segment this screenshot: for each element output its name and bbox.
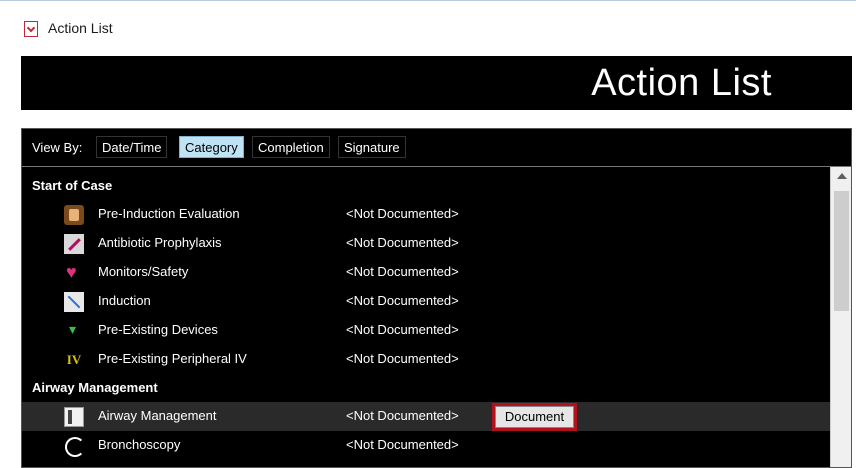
bronchoscopy-icon bbox=[64, 436, 85, 457]
item-status: <Not Documented> bbox=[346, 206, 459, 221]
clipboard-check-icon bbox=[24, 21, 38, 37]
document-button[interactable]: Document bbox=[495, 406, 574, 428]
list-item-bronchoscopy[interactable]: Bronchoscopy <Not Documented> bbox=[22, 431, 830, 460]
view-by-datetime-button[interactable]: Date/Time bbox=[96, 136, 168, 158]
item-label: Airway Management bbox=[98, 408, 217, 423]
item-label: Pre-Existing Peripheral IV bbox=[98, 351, 247, 366]
vertical-scrollbar[interactable] bbox=[830, 167, 851, 467]
list-item-airway-management[interactable]: Airway Management <Not Documented> Docum… bbox=[22, 402, 830, 431]
item-label: Bronchoscopy bbox=[98, 437, 181, 452]
list-item-monitors-safety[interactable]: Monitors/Safety <Not Documented> bbox=[22, 258, 830, 287]
heart-monitor-icon bbox=[64, 262, 84, 283]
iv-icon: IV bbox=[64, 350, 84, 370]
banner-title: Action List bbox=[591, 62, 772, 104]
item-label: Induction bbox=[98, 293, 151, 308]
view-by-completion-button[interactable]: Completion bbox=[252, 136, 330, 158]
list-item-pre-existing-devices[interactable]: Pre-Existing Devices <Not Documented> bbox=[22, 316, 830, 345]
view-by-bar: View By: Date/Time Category Completion S… bbox=[22, 129, 851, 167]
item-status: <Not Documented> bbox=[346, 235, 459, 250]
list-item-pre-induction-evaluation[interactable]: Pre-Induction Evaluation <Not Documented… bbox=[22, 200, 830, 229]
syringe-icon bbox=[64, 234, 84, 254]
section-header-airway-management: Airway Management bbox=[32, 380, 158, 395]
item-status: <Not Documented> bbox=[346, 293, 459, 308]
list-item-antibiotic-prophylaxis[interactable]: Antibiotic Prophylaxis <Not Documented> bbox=[22, 229, 830, 258]
evaluation-icon bbox=[64, 205, 84, 225]
item-label: Pre-Existing Devices bbox=[98, 322, 218, 337]
airway-icon bbox=[64, 407, 84, 427]
item-status: <Not Documented> bbox=[346, 322, 459, 337]
window-title: Action List bbox=[48, 20, 113, 36]
header-banner: Action List bbox=[21, 56, 852, 110]
list-item-induction[interactable]: Induction <Not Documented> bbox=[22, 287, 830, 316]
scrollbar-thumb[interactable] bbox=[834, 191, 849, 311]
device-icon bbox=[64, 321, 84, 341]
item-status: <Not Documented> bbox=[346, 437, 459, 452]
view-by-signature-button[interactable]: Signature bbox=[338, 136, 406, 158]
item-label: Pre-Induction Evaluation bbox=[98, 206, 240, 221]
view-by-label: View By: bbox=[32, 140, 83, 155]
item-label: Antibiotic Prophylaxis bbox=[98, 235, 222, 250]
item-status: <Not Documented> bbox=[346, 351, 459, 366]
view-by-category-button[interactable]: Category bbox=[179, 136, 244, 158]
document-button-highlight: Document bbox=[492, 403, 577, 431]
window-titlebar: Action List bbox=[0, 0, 856, 57]
action-list: Start of Case Pre-Induction Evaluation <… bbox=[22, 167, 830, 467]
induction-icon bbox=[64, 292, 84, 312]
list-item-pre-existing-peripheral-iv[interactable]: IV Pre-Existing Peripheral IV <Not Docum… bbox=[22, 345, 830, 374]
section-header-start-of-case: Start of Case bbox=[32, 178, 113, 193]
scroll-up-arrow-icon[interactable] bbox=[837, 173, 847, 179]
action-list-panel: View By: Date/Time Category Completion S… bbox=[21, 128, 852, 468]
item-label: Monitors/Safety bbox=[98, 264, 189, 279]
item-status: <Not Documented> bbox=[346, 264, 459, 279]
item-status: <Not Documented> bbox=[346, 408, 459, 423]
